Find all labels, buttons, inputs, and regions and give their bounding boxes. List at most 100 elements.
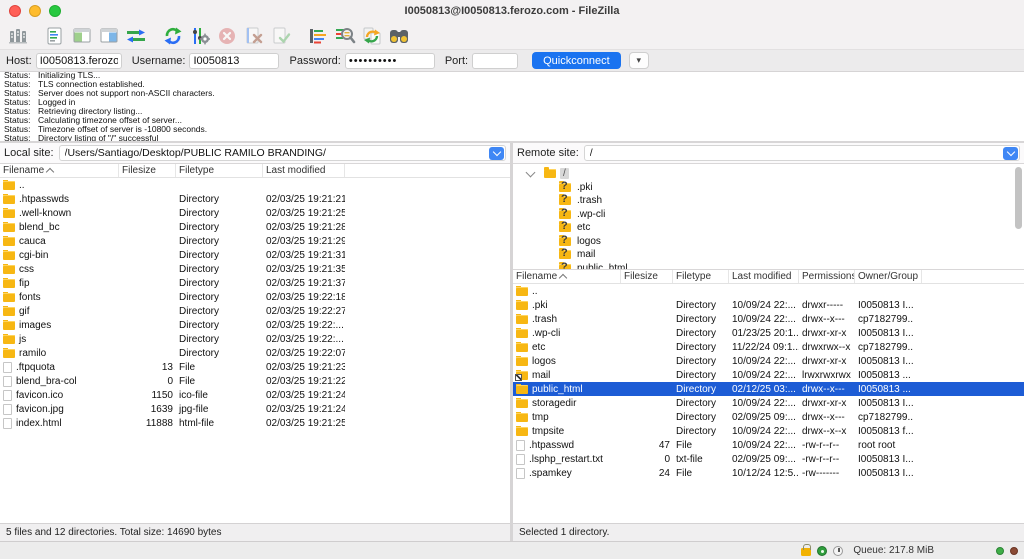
cancel-operation-icon[interactable] bbox=[213, 24, 240, 48]
cell-size: 1639 bbox=[119, 404, 176, 415]
quickconnect-bar: Host: Username: Password: Port: Quickcon… bbox=[0, 50, 1024, 72]
local-row-..[interactable]: .. bbox=[0, 178, 510, 192]
column-header-permissions[interactable]: Permissions bbox=[799, 270, 855, 283]
column-header-filesize[interactable]: Filesize bbox=[119, 164, 176, 177]
main-area: Local site: /Users/Santiago/Desktop/PUBL… bbox=[0, 143, 1024, 541]
tree-item-.trash[interactable]: .trash bbox=[513, 194, 1024, 208]
close-window-button[interactable] bbox=[9, 5, 21, 17]
filename-label: .ftpquota bbox=[16, 362, 55, 373]
local-row-fonts[interactable]: fontsDirectory02/03/25 19:22:18 bbox=[0, 290, 510, 304]
title-bar: I0050813@I0050813.ferozo.com - FileZilla bbox=[0, 0, 1024, 22]
password-input[interactable] bbox=[345, 53, 435, 69]
local-row-css[interactable]: cssDirectory02/03/25 19:21:35 bbox=[0, 262, 510, 276]
tree-item-etc[interactable]: etc bbox=[513, 221, 1024, 235]
local-tree-toggle-icon[interactable] bbox=[68, 24, 95, 48]
local-row-blend_bc[interactable]: blend_bcDirectory02/03/25 19:21:28 bbox=[0, 220, 510, 234]
column-header-filesize[interactable]: Filesize bbox=[621, 270, 673, 283]
tree-item-public_html[interactable]: public_html bbox=[513, 262, 1024, 271]
remote-row-.spamkey[interactable]: .spamkey24File10/12/24 12:5...-rw-------… bbox=[513, 466, 1024, 480]
tree-item-mail[interactable]: mail bbox=[513, 248, 1024, 262]
remote-row-storagedir[interactable]: storagedirDirectory10/09/24 22:...drwxr-… bbox=[513, 396, 1024, 410]
local-row-.well-known[interactable]: .well-knownDirectory02/03/25 19:21:25 bbox=[0, 206, 510, 220]
reconnect-icon[interactable] bbox=[267, 24, 294, 48]
column-header-last-modified[interactable]: Last modified bbox=[263, 164, 345, 177]
remote-row-.lsphp_restart.txt[interactable]: .lsphp_restart.txt0txt-file02/09/25 09:.… bbox=[513, 452, 1024, 466]
remote-row-public_html[interactable]: public_htmlDirectory02/12/25 03:...drwx-… bbox=[513, 382, 1024, 396]
tree-item-logos[interactable]: logos bbox=[513, 235, 1024, 249]
column-header-filetype[interactable]: Filetype bbox=[673, 270, 729, 283]
local-row-blend_bra-col[interactable]: blend_bra-col0File02/03/25 19:21:22 bbox=[0, 374, 510, 388]
directory-filters-icon[interactable] bbox=[304, 24, 331, 48]
refresh-icon[interactable] bbox=[159, 24, 186, 48]
host-input[interactable] bbox=[36, 53, 122, 69]
local-site-combobox[interactable]: /Users/Santiago/Desktop/PUBLIC RAMILO BR… bbox=[59, 145, 506, 161]
disconnect-icon[interactable] bbox=[240, 24, 267, 48]
local-file-list[interactable]: FilenameFilesizeFiletypeLast modified...… bbox=[0, 164, 510, 523]
local-row-fip[interactable]: fipDirectory02/03/25 19:21:37 bbox=[0, 276, 510, 290]
cell-name: fonts bbox=[0, 292, 119, 303]
cell-size: 13 bbox=[119, 362, 176, 373]
quickconnect-button[interactable]: Quickconnect bbox=[532, 52, 621, 69]
tree-item-.wp-cli[interactable]: .wp-cli bbox=[513, 208, 1024, 222]
port-input[interactable] bbox=[472, 53, 518, 69]
local-row-favicon.jpg[interactable]: favicon.jpg1639jpg-file02/03/25 19:21:24 bbox=[0, 402, 510, 416]
remote-site-combobox[interactable]: / bbox=[584, 145, 1020, 161]
speed-limits-icon[interactable] bbox=[817, 546, 827, 556]
remote-row-tmp[interactable]: tmpDirectory02/09/25 09:...drwx--x---cp7… bbox=[513, 410, 1024, 424]
column-header-filetype[interactable]: Filetype bbox=[176, 164, 263, 177]
remote-row-..[interactable]: .. bbox=[513, 284, 1024, 298]
cell-type: Directory bbox=[673, 426, 729, 437]
column-header-filename[interactable]: Filename bbox=[0, 164, 119, 177]
local-row-favicon.ico[interactable]: favicon.ico1150ico-file02/03/25 19:21:24 bbox=[0, 388, 510, 402]
chevron-down-icon[interactable] bbox=[526, 167, 536, 177]
synchronized-browsing-icon[interactable] bbox=[358, 24, 385, 48]
process-queue-icon[interactable] bbox=[186, 24, 213, 48]
column-header-owner-group[interactable]: Owner/Group bbox=[855, 270, 922, 283]
cell-type: Directory bbox=[176, 236, 263, 247]
remote-row-mail[interactable]: mailDirectory10/09/24 22:...lrwxrwxrwxI0… bbox=[513, 368, 1024, 382]
cell-name: .trash bbox=[513, 314, 621, 325]
remote-row-.trash[interactable]: .trashDirectory10/09/24 22:...drwx--x---… bbox=[513, 312, 1024, 326]
remote-file-list[interactable]: FilenameFilesizeFiletypeLast modifiedPer… bbox=[513, 270, 1024, 523]
local-row-index.html[interactable]: index.html11888html-file02/03/25 19:21:2… bbox=[0, 416, 510, 430]
local-row-.htpasswds[interactable]: .htpasswdsDirectory02/03/25 19:21:21 bbox=[0, 192, 510, 206]
remote-tree-toggle-icon[interactable] bbox=[95, 24, 122, 48]
zoom-window-button[interactable] bbox=[49, 5, 61, 17]
activity-gauge-icon[interactable] bbox=[833, 546, 843, 556]
tree-item-.pki[interactable]: .pki bbox=[513, 181, 1024, 195]
remote-row-tmpsite[interactable]: tmpsiteDirectory10/09/24 22:...drwx--x--… bbox=[513, 424, 1024, 438]
local-row-.ftpquota[interactable]: .ftpquota13File02/03/25 19:21:23 bbox=[0, 360, 510, 374]
filename-label: index.html bbox=[16, 418, 62, 429]
local-row-gif[interactable]: gifDirectory02/03/25 19:22:27 bbox=[0, 304, 510, 318]
local-row-js[interactable]: jsDirectory02/03/25 19:22:... bbox=[0, 332, 510, 346]
remote-row-logos[interactable]: logosDirectory10/09/24 22:...drwxr-xr-xI… bbox=[513, 354, 1024, 368]
site-manager-icon[interactable] bbox=[4, 24, 31, 48]
local-row-images[interactable]: imagesDirectory02/03/25 19:22:... bbox=[0, 318, 510, 332]
remote-row-.htpasswd[interactable]: .htpasswd47File10/09/24 22:...-rw-r--r--… bbox=[513, 438, 1024, 452]
remote-row-etc[interactable]: etcDirectory11/22/24 09:1...drwxrwx--xcp… bbox=[513, 340, 1024, 354]
remote-row-.pki[interactable]: .pkiDirectory10/09/24 22:...drwxr-----I0… bbox=[513, 298, 1024, 312]
username-input[interactable] bbox=[189, 53, 279, 69]
tree-root-item[interactable]: / bbox=[513, 167, 1024, 181]
minimize-window-button[interactable] bbox=[29, 5, 41, 17]
local-row-cgi-bin[interactable]: cgi-binDirectory02/03/25 19:21:31 bbox=[0, 248, 510, 262]
remote-site-dropdown-icon[interactable] bbox=[1003, 147, 1018, 160]
column-header-filename[interactable]: Filename bbox=[513, 270, 621, 283]
folder-question-icon bbox=[559, 196, 571, 205]
cell-modified: 10/12/24 12:5... bbox=[729, 468, 799, 479]
tree-scrollbar-thumb[interactable] bbox=[1015, 167, 1022, 229]
tls-lock-icon[interactable] bbox=[801, 548, 811, 556]
remote-row-.wp-cli[interactable]: .wp-cliDirectory01/23/25 20:1...drwxr-xr… bbox=[513, 326, 1024, 340]
transfer-queue-toggle-icon[interactable] bbox=[122, 24, 149, 48]
cell-size: 24 bbox=[621, 468, 673, 479]
directory-comparison-icon[interactable] bbox=[331, 24, 358, 48]
find-files-icon[interactable] bbox=[385, 24, 412, 48]
local-row-cauca[interactable]: caucaDirectory02/03/25 19:21:29 bbox=[0, 234, 510, 248]
message-log-toggle-icon[interactable] bbox=[41, 24, 68, 48]
column-header-last-modified[interactable]: Last modified bbox=[729, 270, 799, 283]
quickconnect-dropdown-button[interactable]: ▾ bbox=[629, 52, 649, 69]
cell-name: .pki bbox=[513, 300, 621, 311]
local-site-dropdown-icon[interactable] bbox=[489, 147, 504, 160]
local-row-ramilo[interactable]: ramiloDirectory02/03/25 19:22:07 bbox=[0, 346, 510, 360]
remote-directory-tree[interactable]: /.pki.trash.wp-clietclogosmailpublic_htm… bbox=[513, 164, 1024, 270]
